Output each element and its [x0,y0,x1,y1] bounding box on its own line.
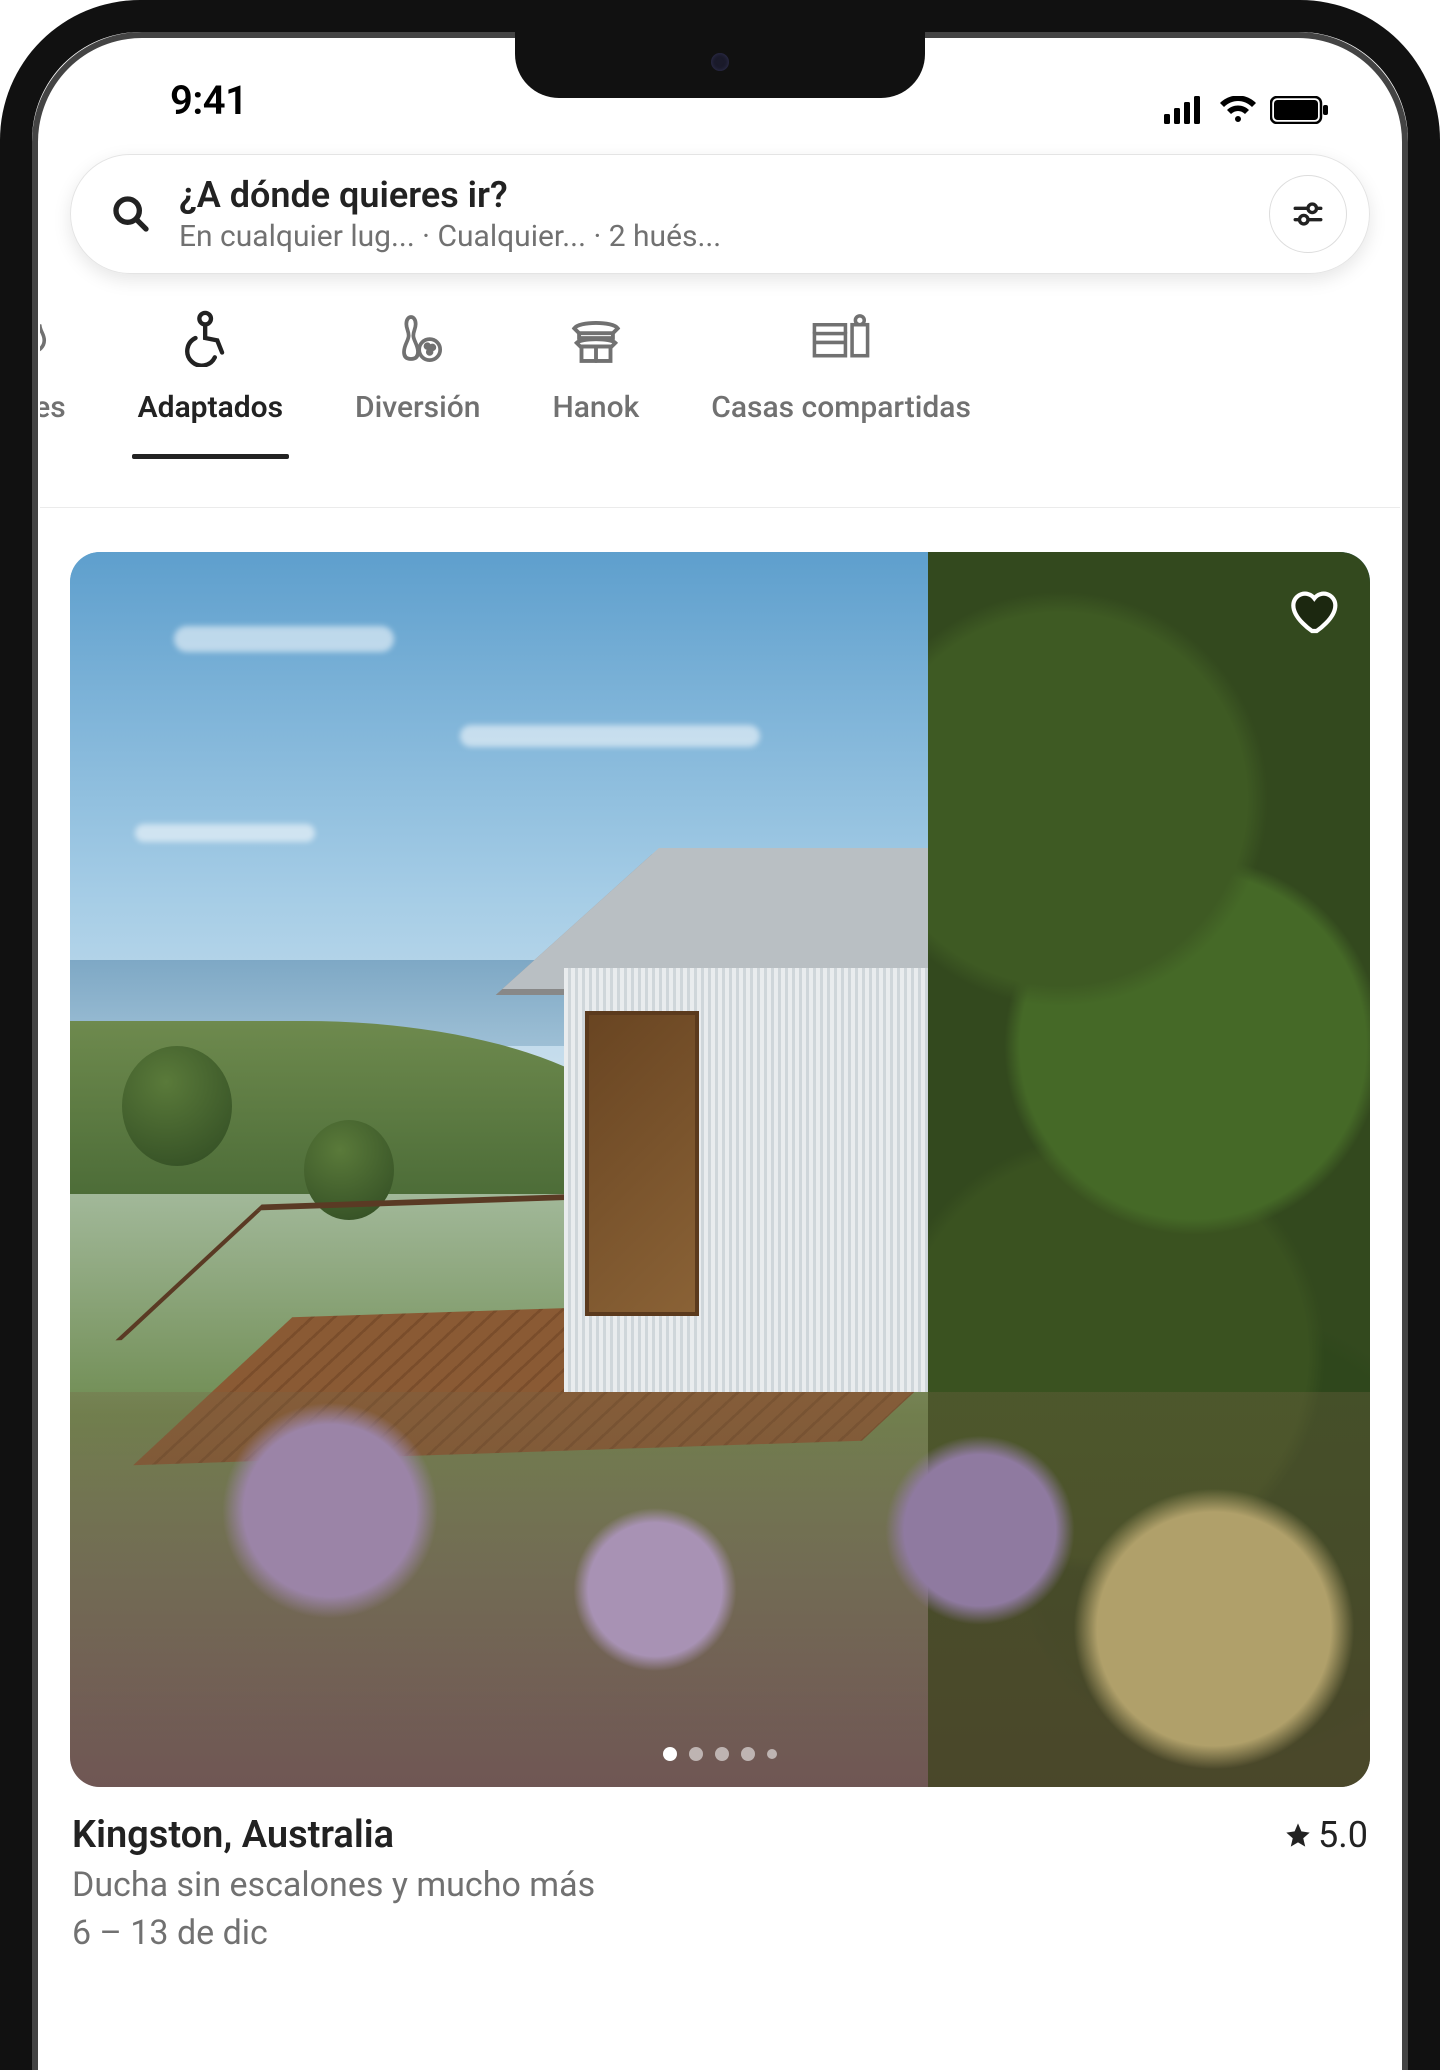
cellular-icon [1164,96,1206,124]
status-time: 9:41 [100,77,247,124]
sliders-icon [1291,197,1325,231]
wifi-icon [1218,96,1258,124]
listing-feature: Ducha sin escalones y mucho más [72,1865,1368,1905]
wheelchair-icon [181,309,239,367]
category-tab-hanok[interactable]: Hanok [516,308,675,425]
heart-icon [1284,582,1340,638]
category-tab-adaptados[interactable]: Adaptados [102,308,319,425]
carousel-dots [663,1747,777,1761]
bowling-icon [390,310,446,366]
category-tab-lares[interactable]: lares [40,308,102,425]
category-tab-compartidas[interactable]: Casas compartidas [675,308,1007,425]
listing-photo[interactable] [70,552,1370,1787]
hanok-icon [567,309,625,367]
category-tabs[interactable]: lares Adaptados Diversión Hanok Casas co… [40,308,1400,508]
star-icon [1284,1821,1312,1849]
category-label: Diversión [355,390,480,425]
listing-location: Kingston, Australia [72,1813,394,1857]
search-subtitle: En cualquier lug... · Cualquier... · 2 h… [179,219,1269,254]
filter-button[interactable] [1269,175,1347,253]
favorite-button[interactable] [1284,582,1340,638]
category-label: lares [40,390,66,425]
flame-icon [40,311,60,365]
category-label: Adaptados [138,390,283,425]
listing-dates: 6 – 13 de dic [72,1913,1368,1953]
search-icon [111,194,151,234]
listing-card[interactable]: Kingston, Australia 5.0 Ducha sin escalo… [70,552,1370,1953]
battery-icon [1270,96,1330,124]
search-bar[interactable]: ¿A dónde quieres ir? En cualquier lug...… [70,154,1370,274]
rooms-icon [810,310,872,366]
listing-rating: 5.0 [1284,1814,1368,1856]
category-tab-diversion[interactable]: Diversión [319,308,516,425]
status-icons [1164,96,1340,124]
category-label: Casas compartidas [711,390,971,425]
search-title: ¿A dónde quieres ir? [179,174,1269,217]
category-label: Hanok [552,390,639,425]
